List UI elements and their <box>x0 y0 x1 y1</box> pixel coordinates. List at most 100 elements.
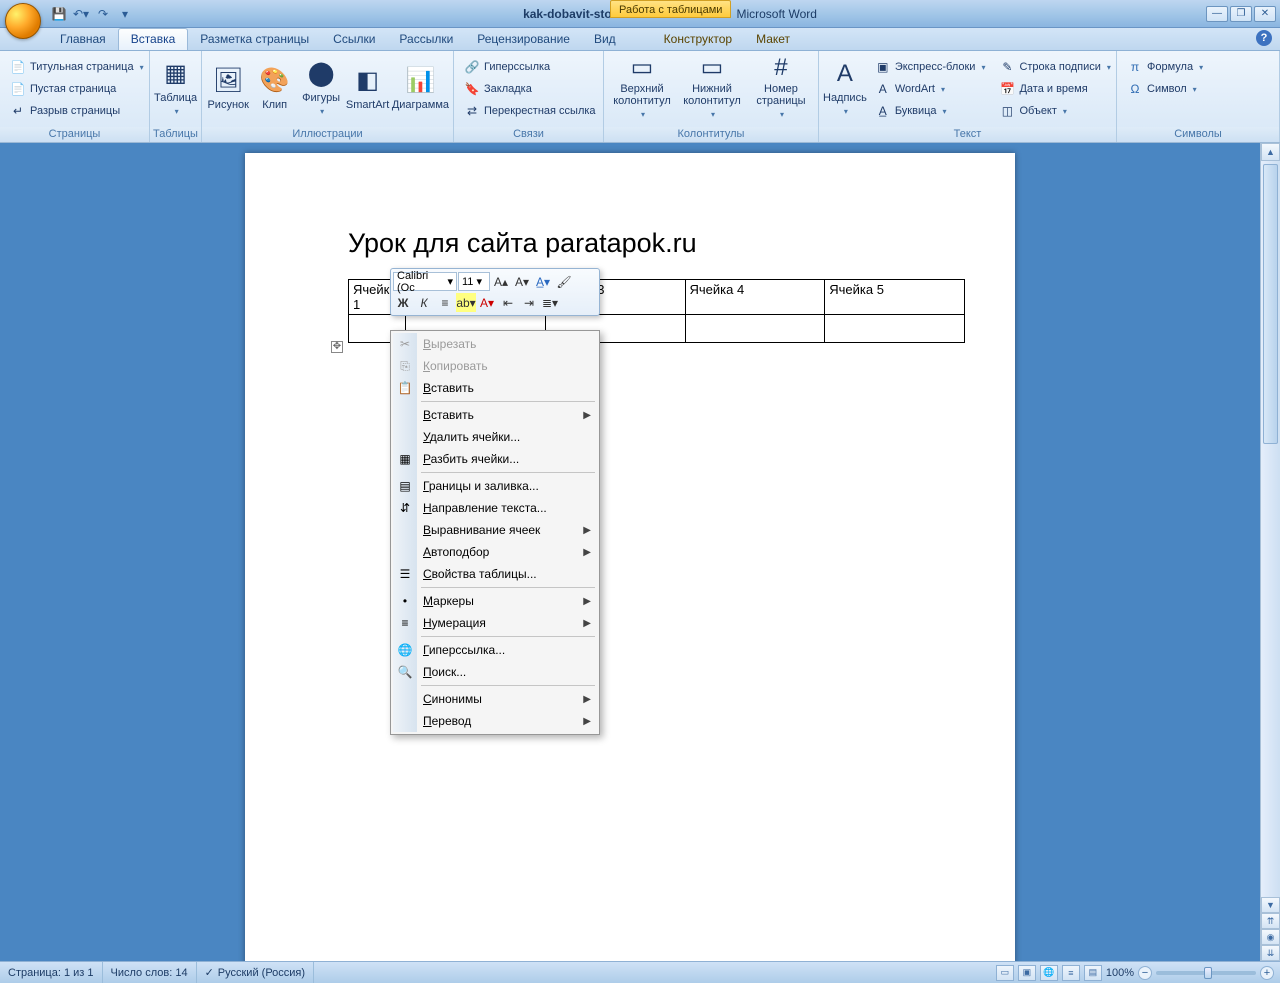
table-cell[interactable]: Ячейка 4 <box>685 280 825 315</box>
smartart-button[interactable]: ◧SmartArt <box>345 55 389 121</box>
footer-button[interactable]: ▭Нижний колонтитул <box>678 55 746 121</box>
maximize-button[interactable]: ❐ <box>1230 6 1252 22</box>
print-layout-view[interactable]: ▭ <box>996 965 1014 981</box>
signature-button[interactable]: ✎Строка подписи <box>995 57 1114 77</box>
context-menu-item[interactable]: Перевод▶ <box>393 710 597 732</box>
crossref-button[interactable]: ⇄Перекрестная ссылка <box>460 101 600 121</box>
quickparts-button[interactable]: ▣Экспресс-блоки <box>871 57 990 77</box>
menu-icon: 📋 <box>397 380 413 396</box>
page-break-button[interactable]: ↵Разрыв страницы <box>6 101 148 121</box>
context-menu-item[interactable]: •Маркеры▶ <box>393 590 597 612</box>
styles-icon[interactable]: A̲▾ <box>533 272 553 291</box>
tab-table-design[interactable]: Конструктор <box>652 29 744 50</box>
dropcap-button[interactable]: A̲Буквица <box>871 101 990 121</box>
shapes-button[interactable]: ⬤Фигуры <box>299 55 343 121</box>
textbox-button[interactable]: AНадпись <box>823 55 867 121</box>
datetime-button[interactable]: 📅Дата и время <box>995 79 1114 99</box>
grow-font-icon[interactable]: A▴ <box>491 272 511 291</box>
context-menu-item[interactable]: ⇵Направление текста... <box>393 497 597 519</box>
scroll-thumb[interactable] <box>1263 164 1278 444</box>
context-menu-item[interactable]: ☰Свойства таблицы... <box>393 563 597 585</box>
context-menu-item[interactable]: Синонимы▶ <box>393 688 597 710</box>
tab-page-layout[interactable]: Разметка страницы <box>188 29 321 50</box>
save-icon[interactable]: 💾 <box>50 5 68 23</box>
tab-references[interactable]: Ссылки <box>321 29 387 50</box>
table-button[interactable]: ▦Таблица <box>154 55 197 121</box>
group-pages-label: Страницы <box>0 127 149 142</box>
context-menu-item[interactable]: ≡Нумерация▶ <box>393 612 597 634</box>
font-family-combo[interactable]: Calibri (Ос▾ <box>393 272 457 291</box>
font-color-icon[interactable]: A▾ <box>477 293 497 312</box>
status-lang[interactable]: ✓Русский (Россия) <box>197 962 315 983</box>
wordart-button[interactable]: AWordArt <box>871 79 990 99</box>
zoom-level[interactable]: 100% <box>1106 967 1134 979</box>
zoom-out-button[interactable]: − <box>1138 966 1152 980</box>
context-menu-item[interactable]: Выравнивание ячеек▶ <box>393 519 597 541</box>
document-page[interactable]: Урок для сайта paratapok.ru ✥ Ячейка 1 Я… <box>245 153 1015 961</box>
tab-table-layout[interactable]: Макет <box>744 29 802 50</box>
context-menu-item[interactable]: Автоподбор▶ <box>393 541 597 563</box>
mini-toolbar: Calibri (Ос▾ 11 ▾ A▴ A▾ A̲▾ 🖌 Ж К ≡ ab▾ … <box>390 268 600 316</box>
blank-page-button[interactable]: 📄Пустая страница <box>6 79 148 99</box>
next-page-button[interactable]: ⇊ <box>1261 945 1280 961</box>
bold-icon[interactable]: Ж <box>393 293 413 312</box>
shrink-font-icon[interactable]: A▾ <box>512 272 532 291</box>
object-button[interactable]: ◫Объект <box>995 101 1114 121</box>
office-orb-button[interactable] <box>5 3 43 41</box>
bullets-icon[interactable]: ≣▾ <box>540 293 560 312</box>
fullscreen-view[interactable]: ▣ <box>1018 965 1036 981</box>
context-menu-item[interactable]: Вставить▶ <box>393 404 597 426</box>
tab-insert[interactable]: Вставка <box>118 28 189 50</box>
format-painter-icon[interactable]: 🖌 <box>554 272 574 291</box>
font-size-combo[interactable]: 11 ▾ <box>458 272 490 291</box>
help-icon[interactable]: ? <box>1256 30 1272 46</box>
context-menu-item[interactable]: 🔍Поиск... <box>393 661 597 683</box>
qat-more-icon[interactable]: ▾ <box>116 5 134 23</box>
table-move-handle[interactable]: ✥ <box>331 341 343 353</box>
tab-review[interactable]: Рецензирование <box>465 29 582 50</box>
equation-button[interactable]: πФормула <box>1123 57 1207 77</box>
page-number-button[interactable]: #Номер страницы <box>748 55 814 121</box>
draft-view[interactable]: ▤ <box>1084 965 1102 981</box>
context-menu-item[interactable]: 📋Вставить <box>393 377 597 399</box>
cover-page-button[interactable]: 📄Титульная страница <box>6 57 148 77</box>
undo-icon[interactable]: ↶▾ <box>72 5 90 23</box>
tab-view[interactable]: Вид <box>582 29 628 50</box>
tab-mailings[interactable]: Рассылки <box>387 29 465 50</box>
symbol-button[interactable]: ΩСимвол <box>1123 79 1207 99</box>
status-page[interactable]: Страница: 1 из 1 <box>0 962 103 983</box>
bookmark-button[interactable]: 🔖Закладка <box>460 79 600 99</box>
context-menu-item[interactable]: ▤Границы и заливка... <box>393 475 597 497</box>
italic-icon[interactable]: К <box>414 293 434 312</box>
web-view[interactable]: 🌐 <box>1040 965 1058 981</box>
picture-button[interactable]: 🖼Рисунок <box>206 55 250 121</box>
scroll-down-button[interactable]: ▼ <box>1261 897 1280 913</box>
align-center-icon[interactable]: ≡ <box>435 293 455 312</box>
scroll-up-button[interactable]: ▲ <box>1261 143 1280 161</box>
break-icon: ↵ <box>10 103 26 119</box>
table-cell[interactable]: Ячейка 5 <box>825 280 965 315</box>
increase-indent-icon[interactable]: ⇥ <box>519 293 539 312</box>
header-button[interactable]: ▭Верхний колонтитул <box>608 55 676 121</box>
close-button[interactable]: ✕ <box>1254 6 1276 22</box>
status-words[interactable]: Число слов: 14 <box>103 962 197 983</box>
redo-icon[interactable]: ↷ <box>94 5 112 23</box>
prev-page-button[interactable]: ⇈ <box>1261 913 1280 929</box>
highlight-icon[interactable]: ab▾ <box>456 293 476 312</box>
outline-view[interactable]: ≡ <box>1062 965 1080 981</box>
chart-button[interactable]: 📊Диаграмма <box>392 55 449 121</box>
zoom-thumb[interactable] <box>1204 967 1212 979</box>
submenu-arrow-icon: ▶ <box>583 410 591 421</box>
tab-home[interactable]: Главная <box>48 29 118 50</box>
browse-object-button[interactable]: ◉ <box>1261 929 1280 945</box>
context-menu-item[interactable]: 🌐Гиперссылка... <box>393 639 597 661</box>
zoom-slider[interactable] <box>1156 971 1256 975</box>
minimize-button[interactable]: — <box>1206 6 1228 22</box>
context-menu-item[interactable]: Удалить ячейки... <box>393 426 597 448</box>
vertical-scrollbar[interactable]: ▲ ▼ ⇈ ◉ ⇊ <box>1260 143 1280 961</box>
zoom-in-button[interactable]: + <box>1260 966 1274 980</box>
decrease-indent-icon[interactable]: ⇤ <box>498 293 518 312</box>
context-menu-item[interactable]: ▦Разбить ячейки... <box>393 448 597 470</box>
hyperlink-button[interactable]: 🔗Гиперссылка <box>460 57 600 77</box>
clipart-button[interactable]: 🎨Клип <box>252 55 296 121</box>
